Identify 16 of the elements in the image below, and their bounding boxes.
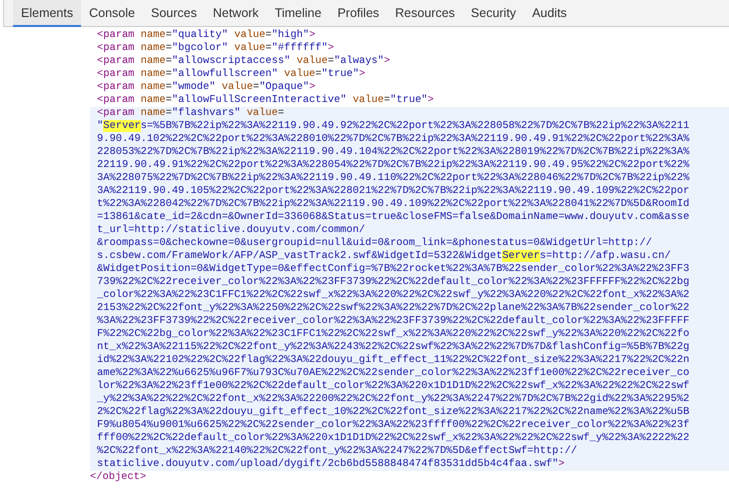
panel-tab[interactable]: Audits	[524, 0, 575, 27]
code-line[interactable]: </object>	[90, 471, 146, 483]
panel-tab[interactable]: Resources	[387, 0, 463, 27]
panel-tab[interactable]: Console	[81, 0, 143, 27]
panel-tab[interactable]: Sources	[142, 0, 205, 27]
panel-tab[interactable]: Timeline	[266, 0, 330, 27]
code-line[interactable]: <param name="allowFullScreenInteractive" value="true">	[97, 94, 434, 106]
code-line[interactable]: <param name="wmode" value="Opaque">	[97, 81, 316, 93]
panel-tab[interactable]: Security	[462, 0, 524, 27]
panel-tab[interactable]: Network	[204, 0, 267, 27]
panel-tab[interactable]: Elements	[13, 0, 82, 27]
panel-tab[interactable]: Profiles	[329, 0, 388, 27]
code-line[interactable]: <param name="bgcolor" value="#ffffff">	[97, 42, 334, 54]
code-line[interactable]: <param name="allowfullscreen" value="true">	[97, 68, 366, 80]
code-line[interactable]: <param name="quality" value="high">	[97, 29, 316, 41]
code-line[interactable]: <param name="allowscriptaccess" value="always">	[97, 55, 390, 67]
